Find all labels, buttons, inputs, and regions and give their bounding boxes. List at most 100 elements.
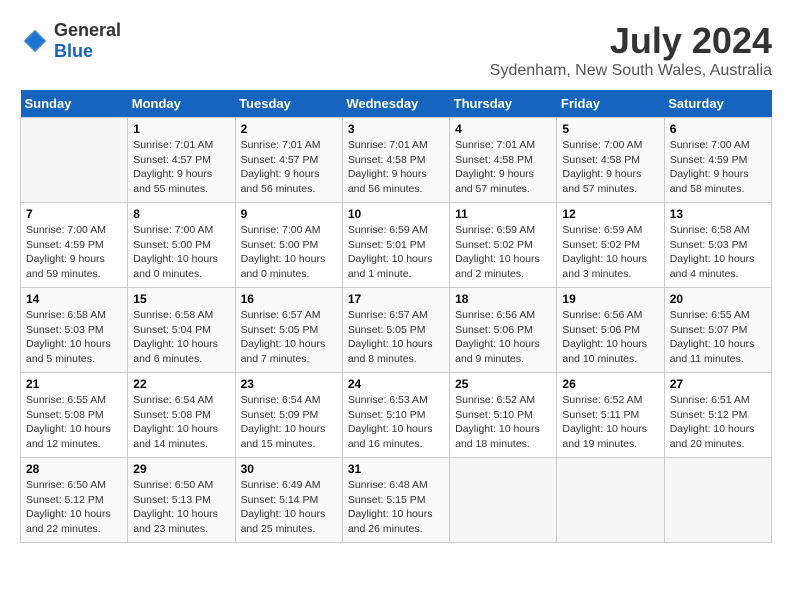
day-info: Sunrise: 7:00 AMSunset: 4:58 PMDaylight:…	[562, 138, 658, 197]
day-info: Sunrise: 6:51 AMSunset: 5:12 PMDaylight:…	[670, 393, 766, 452]
day-number: 24	[348, 377, 444, 391]
main-title: July 2024	[490, 20, 772, 62]
day-info: Sunrise: 7:00 AMSunset: 5:00 PMDaylight:…	[241, 223, 337, 282]
day-number: 28	[26, 462, 122, 476]
calendar-week-row: 28Sunrise: 6:50 AMSunset: 5:12 PMDayligh…	[21, 458, 772, 543]
day-info: Sunrise: 7:01 AMSunset: 4:58 PMDaylight:…	[348, 138, 444, 197]
day-number: 29	[133, 462, 229, 476]
calendar-cell: 3 Sunrise: 7:01 AMSunset: 4:58 PMDaylight…	[342, 118, 449, 203]
calendar-cell: 10Sunrise: 6:59 AMSunset: 5:01 PMDayligh…	[342, 203, 449, 288]
day-number: 4	[455, 122, 551, 136]
day-info: Sunrise: 6:55 AMSunset: 5:07 PMDaylight:…	[670, 308, 766, 367]
day-info: Sunrise: 6:56 AMSunset: 5:06 PMDaylight:…	[562, 308, 658, 367]
weekday-header-row: SundayMondayTuesdayWednesdayThursdayFrid…	[21, 90, 772, 118]
logo-text: General Blue	[54, 20, 121, 62]
day-number: 25	[455, 377, 551, 391]
day-info: Sunrise: 6:50 AMSunset: 5:13 PMDaylight:…	[133, 478, 229, 537]
weekday-header: Wednesday	[342, 90, 449, 118]
calendar-cell: 12 Sunrise: 6:59 AMSunset: 5:02 PMDayligh…	[557, 203, 664, 288]
day-number: 21	[26, 377, 122, 391]
day-number: 18	[455, 292, 551, 306]
calendar-cell: 25 Sunrise: 6:52 AMSunset: 5:10 PMDayligh…	[450, 373, 557, 458]
day-number: 5	[562, 122, 658, 136]
day-number: 27	[670, 377, 766, 391]
day-number: 10	[348, 207, 444, 221]
day-info: Sunrise: 6:58 AMSunset: 5:04 PMDaylight:…	[133, 308, 229, 367]
calendar-cell: 20 Sunrise: 6:55 AMSunset: 5:07 PMDayligh…	[664, 288, 771, 373]
calendar-cell: 27 Sunrise: 6:51 AMSunset: 5:12 PMDayligh…	[664, 373, 771, 458]
calendar-cell: 19 Sunrise: 6:56 AMSunset: 5:06 PMDayligh…	[557, 288, 664, 373]
logo-general: General	[54, 20, 121, 40]
day-number: 7	[26, 207, 122, 221]
calendar-cell: 30 Sunrise: 6:49 AMSunset: 5:14 PMDayligh…	[235, 458, 342, 543]
calendar-cell: 2Sunrise: 7:01 AMSunset: 4:57 PMDaylight…	[235, 118, 342, 203]
day-info: Sunrise: 6:55 AMSunset: 5:08 PMDaylight:…	[26, 393, 122, 452]
day-info: Sunrise: 6:59 AMSunset: 5:02 PMDaylight:…	[562, 223, 658, 282]
day-number: 1	[133, 122, 229, 136]
day-info: Sunrise: 6:54 AMSunset: 5:09 PMDaylight:…	[241, 393, 337, 452]
day-info: Sunrise: 7:01 AMSunset: 4:58 PMDaylight:…	[455, 138, 551, 197]
day-info: Sunrise: 6:59 AMSunset: 5:02 PMDaylight:…	[455, 223, 551, 282]
day-number: 8	[133, 207, 229, 221]
calendar-cell: 14 Sunrise: 6:58 AMSunset: 5:03 PMDayligh…	[21, 288, 128, 373]
day-info: Sunrise: 6:52 AMSunset: 5:10 PMDaylight:…	[455, 393, 551, 452]
calendar-cell: 13Sunrise: 6:58 AMSunset: 5:03 PMDayligh…	[664, 203, 771, 288]
day-number: 15	[133, 292, 229, 306]
day-info: Sunrise: 6:56 AMSunset: 5:06 PMDaylight:…	[455, 308, 551, 367]
day-number: 20	[670, 292, 766, 306]
calendar-cell: 15 Sunrise: 6:58 AMSunset: 5:04 PMDayligh…	[128, 288, 235, 373]
calendar-cell: 5 Sunrise: 7:00 AMSunset: 4:58 PMDaylight…	[557, 118, 664, 203]
day-info: Sunrise: 6:49 AMSunset: 5:14 PMDaylight:…	[241, 478, 337, 537]
calendar-cell: 23Sunrise: 6:54 AMSunset: 5:09 PMDayligh…	[235, 373, 342, 458]
calendar-cell	[21, 118, 128, 203]
day-number: 3	[348, 122, 444, 136]
day-info: Sunrise: 6:53 AMSunset: 5:10 PMDaylight:…	[348, 393, 444, 452]
day-number: 14	[26, 292, 122, 306]
calendar-cell: 16 Sunrise: 6:57 AMSunset: 5:05 PMDayligh…	[235, 288, 342, 373]
day-info: Sunrise: 7:00 AMSunset: 5:00 PMDaylight:…	[133, 223, 229, 282]
calendar-cell: 22Sunrise: 6:54 AMSunset: 5:08 PMDayligh…	[128, 373, 235, 458]
calendar-cell: 17Sunrise: 6:57 AMSunset: 5:05 PMDayligh…	[342, 288, 449, 373]
calendar-cell	[557, 458, 664, 543]
day-info: Sunrise: 6:57 AMSunset: 5:05 PMDaylight:…	[241, 308, 337, 367]
calendar-week-row: 14 Sunrise: 6:58 AMSunset: 5:03 PMDayligh…	[21, 288, 772, 373]
weekday-header: Monday	[128, 90, 235, 118]
calendar-cell: 9 Sunrise: 7:00 AMSunset: 5:00 PMDaylight…	[235, 203, 342, 288]
logo-blue: Blue	[54, 41, 93, 61]
calendar-cell: 31Sunrise: 6:48 AMSunset: 5:15 PMDayligh…	[342, 458, 449, 543]
calendar-cell: 8 Sunrise: 7:00 AMSunset: 5:00 PMDaylight…	[128, 203, 235, 288]
day-number: 19	[562, 292, 658, 306]
day-number: 17	[348, 292, 444, 306]
day-info: Sunrise: 7:00 AMSunset: 4:59 PMDaylight:…	[26, 223, 122, 282]
calendar-cell: 26 Sunrise: 6:52 AMSunset: 5:11 PMDayligh…	[557, 373, 664, 458]
calendar-cell: 4 Sunrise: 7:01 AMSunset: 4:58 PMDaylight…	[450, 118, 557, 203]
calendar-cell: 7 Sunrise: 7:00 AMSunset: 4:59 PMDaylight…	[21, 203, 128, 288]
calendar-cell: 1Sunrise: 7:01 AMSunset: 4:57 PMDaylight…	[128, 118, 235, 203]
day-number: 6	[670, 122, 766, 136]
logo-icon	[20, 26, 50, 56]
day-info: Sunrise: 6:52 AMSunset: 5:11 PMDaylight:…	[562, 393, 658, 452]
day-number: 16	[241, 292, 337, 306]
calendar-cell: 18 Sunrise: 6:56 AMSunset: 5:06 PMDayligh…	[450, 288, 557, 373]
weekday-header: Thursday	[450, 90, 557, 118]
calendar-cell	[450, 458, 557, 543]
day-number: 12	[562, 207, 658, 221]
day-number: 30	[241, 462, 337, 476]
weekday-header: Tuesday	[235, 90, 342, 118]
day-info: Sunrise: 6:58 AMSunset: 5:03 PMDaylight:…	[26, 308, 122, 367]
logo: General Blue	[20, 20, 121, 62]
day-number: 11	[455, 207, 551, 221]
day-number: 9	[241, 207, 337, 221]
weekday-header: Saturday	[664, 90, 771, 118]
calendar-cell: 21 Sunrise: 6:55 AMSunset: 5:08 PMDayligh…	[21, 373, 128, 458]
weekday-header: Sunday	[21, 90, 128, 118]
day-info: Sunrise: 6:58 AMSunset: 5:03 PMDaylight:…	[670, 223, 766, 282]
subtitle: Sydenham, New South Wales, Australia	[490, 62, 772, 80]
day-info: Sunrise: 7:00 AMSunset: 4:59 PMDaylight:…	[670, 138, 766, 197]
calendar-week-row: 7 Sunrise: 7:00 AMSunset: 4:59 PMDaylight…	[21, 203, 772, 288]
day-number: 26	[562, 377, 658, 391]
calendar-cell: 24 Sunrise: 6:53 AMSunset: 5:10 PMDayligh…	[342, 373, 449, 458]
calendar-cell: 29 Sunrise: 6:50 AMSunset: 5:13 PMDayligh…	[128, 458, 235, 543]
day-number: 2	[241, 122, 337, 136]
day-info: Sunrise: 6:54 AMSunset: 5:08 PMDaylight:…	[133, 393, 229, 452]
